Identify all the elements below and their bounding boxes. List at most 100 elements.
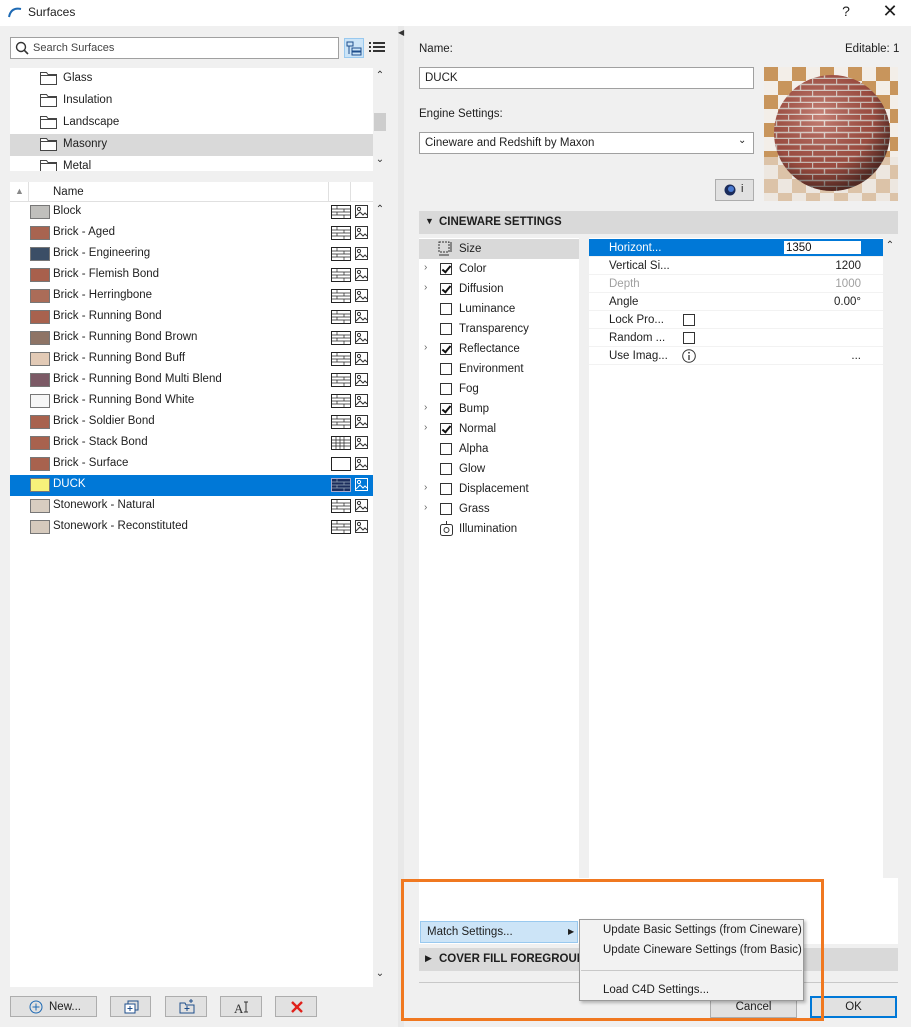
- channel-checkbox[interactable]: [440, 463, 452, 475]
- channel-item[interactable]: Luminance: [419, 299, 579, 319]
- channel-checkbox[interactable]: [440, 283, 452, 295]
- cineware-settings-header[interactable]: ▼ CINEWARE SETTINGS: [419, 211, 898, 234]
- channel-item[interactable]: Transparency: [419, 319, 579, 339]
- property-row[interactable]: Use Imag......: [589, 347, 883, 365]
- chevron-right-icon[interactable]: ›: [424, 402, 427, 413]
- channel-item[interactable]: › Normal: [419, 419, 579, 439]
- delete-button[interactable]: [275, 996, 317, 1017]
- channel-item[interactable]: › Displacement: [419, 479, 579, 499]
- folder-item[interactable]: Masonry: [10, 134, 373, 156]
- folder-item[interactable]: Metal: [10, 156, 373, 171]
- channel-item[interactable]: › Reflectance: [419, 339, 579, 359]
- property-value[interactable]: 1200: [835, 260, 861, 272]
- scroll-down-icon[interactable]: ⌄: [373, 154, 387, 165]
- surface-row[interactable]: Brick - Running Bond Brown: [10, 328, 373, 349]
- list-scrollbar[interactable]: ⌃ ⌄: [373, 200, 387, 987]
- channel-checkbox[interactable]: [440, 363, 452, 375]
- channel-item[interactable]: Glow: [419, 459, 579, 479]
- name-column-header[interactable]: Name: [53, 186, 84, 198]
- search-input[interactable]: Search Surfaces: [10, 37, 339, 59]
- info-icon[interactable]: [682, 349, 696, 363]
- channel-checkbox[interactable]: [440, 443, 452, 455]
- folder-scrollbar[interactable]: ⌃ ⌄: [373, 68, 387, 171]
- folder-item[interactable]: Insulation: [10, 90, 373, 112]
- channel-item[interactable]: › Grass: [419, 499, 579, 519]
- channel-checkbox[interactable]: [440, 483, 452, 495]
- property-row[interactable]: Angle 0.00°: [589, 293, 883, 311]
- property-row[interactable]: Random ...: [589, 329, 883, 347]
- channel-checkbox[interactable]: [440, 383, 452, 395]
- engine-select[interactable]: Cineware and Redshift by Maxon ⌄: [419, 132, 754, 154]
- channel-checkbox[interactable]: [440, 343, 452, 355]
- surface-row[interactable]: Brick - Running Bond Buff: [10, 349, 373, 370]
- property-row[interactable]: Horizont... 1350: [589, 239, 883, 257]
- sort-icon[interactable]: ▲: [15, 186, 24, 196]
- scroll-up-icon[interactable]: ⌃: [373, 204, 387, 215]
- channel-item[interactable]: › Color: [419, 259, 579, 279]
- surface-row[interactable]: Brick - Engineering: [10, 244, 373, 265]
- surface-row[interactable]: DUCK: [10, 475, 373, 496]
- new-folder-button[interactable]: [165, 996, 207, 1017]
- new-button[interactable]: New...: [10, 996, 97, 1017]
- tree-view-button[interactable]: [344, 38, 364, 58]
- property-value-input[interactable]: 1350: [783, 240, 862, 255]
- channel-checkbox[interactable]: [440, 403, 452, 415]
- surface-row[interactable]: Stonework - Reconstituted: [10, 517, 373, 538]
- add-icon: [29, 1000, 43, 1014]
- chevron-right-icon[interactable]: ›: [424, 282, 427, 293]
- name-input[interactable]: DUCK: [419, 67, 754, 89]
- property-row[interactable]: Depth 1000: [589, 275, 883, 293]
- list-view-button[interactable]: [368, 38, 388, 58]
- cineware-info-button[interactable]: i: [715, 179, 754, 201]
- duplicate-button[interactable]: [110, 996, 151, 1017]
- folder-item[interactable]: Landscape: [10, 112, 373, 134]
- channel-checkbox[interactable]: [440, 263, 452, 275]
- scroll-up-icon[interactable]: ⌃: [373, 70, 387, 81]
- pane-divider[interactable]: ◀: [398, 26, 404, 1027]
- chevron-right-icon[interactable]: ›: [424, 502, 427, 513]
- channel-checkbox[interactable]: [440, 323, 452, 335]
- collapse-arrow-icon[interactable]: ◀: [398, 28, 404, 37]
- surface-row[interactable]: Brick - Soldier Bond: [10, 412, 373, 433]
- channel-item[interactable]: › Bump: [419, 399, 579, 419]
- property-checkbox[interactable]: [683, 332, 695, 344]
- property-checkbox[interactable]: [683, 314, 695, 326]
- surface-row[interactable]: Brick - Running Bond White: [10, 391, 373, 412]
- surface-row[interactable]: Brick - Stack Bond: [10, 433, 373, 454]
- property-value[interactable]: 0.00°: [834, 296, 861, 308]
- chevron-right-icon[interactable]: ›: [424, 342, 427, 353]
- channel-checkbox[interactable]: [440, 423, 452, 435]
- property-row[interactable]: Vertical Si... 1200: [589, 257, 883, 275]
- surface-row[interactable]: Brick - Surface: [10, 454, 373, 475]
- chevron-right-icon[interactable]: ›: [424, 482, 427, 493]
- channel-item[interactable]: Fog: [419, 379, 579, 399]
- help-button[interactable]: ?: [839, 3, 853, 19]
- surface-row[interactable]: Block: [10, 202, 373, 223]
- surface-row[interactable]: Brick - Running Bond Multi Blend: [10, 370, 373, 391]
- channel-checkbox[interactable]: [440, 503, 452, 515]
- close-button[interactable]: ✕: [880, 1, 900, 22]
- properties-scrollbar[interactable]: ⌃ ⌄: [883, 238, 898, 943]
- surface-row[interactable]: Brick - Aged: [10, 223, 373, 244]
- channel-item[interactable]: Illumination: [419, 519, 579, 539]
- folder-icon: [40, 72, 57, 85]
- rename-button[interactable]: A: [220, 996, 262, 1017]
- folder-item[interactable]: Glass: [10, 68, 373, 90]
- surface-row[interactable]: Brick - Running Bond: [10, 307, 373, 328]
- channel-item[interactable]: Size: [419, 239, 579, 259]
- chevron-right-icon[interactable]: ›: [424, 262, 427, 273]
- channel-item[interactable]: › Diffusion: [419, 279, 579, 299]
- surface-row[interactable]: Brick - Flemish Bond: [10, 265, 373, 286]
- channel-item[interactable]: Environment: [419, 359, 579, 379]
- channel-checkbox[interactable]: [440, 303, 452, 315]
- property-value[interactable]: ...: [851, 350, 861, 362]
- chevron-right-icon[interactable]: ›: [424, 422, 427, 433]
- scroll-thumb[interactable]: [374, 113, 386, 131]
- scroll-down-icon[interactable]: ⌄: [373, 968, 387, 979]
- surface-row[interactable]: Stonework - Natural: [10, 496, 373, 517]
- surface-row[interactable]: Brick - Herringbone: [10, 286, 373, 307]
- scroll-up-icon[interactable]: ⌃: [883, 240, 897, 251]
- channel-item[interactable]: Alpha: [419, 439, 579, 459]
- property-row[interactable]: Lock Pro...: [589, 311, 883, 329]
- property-value[interactable]: 1000: [835, 278, 861, 290]
